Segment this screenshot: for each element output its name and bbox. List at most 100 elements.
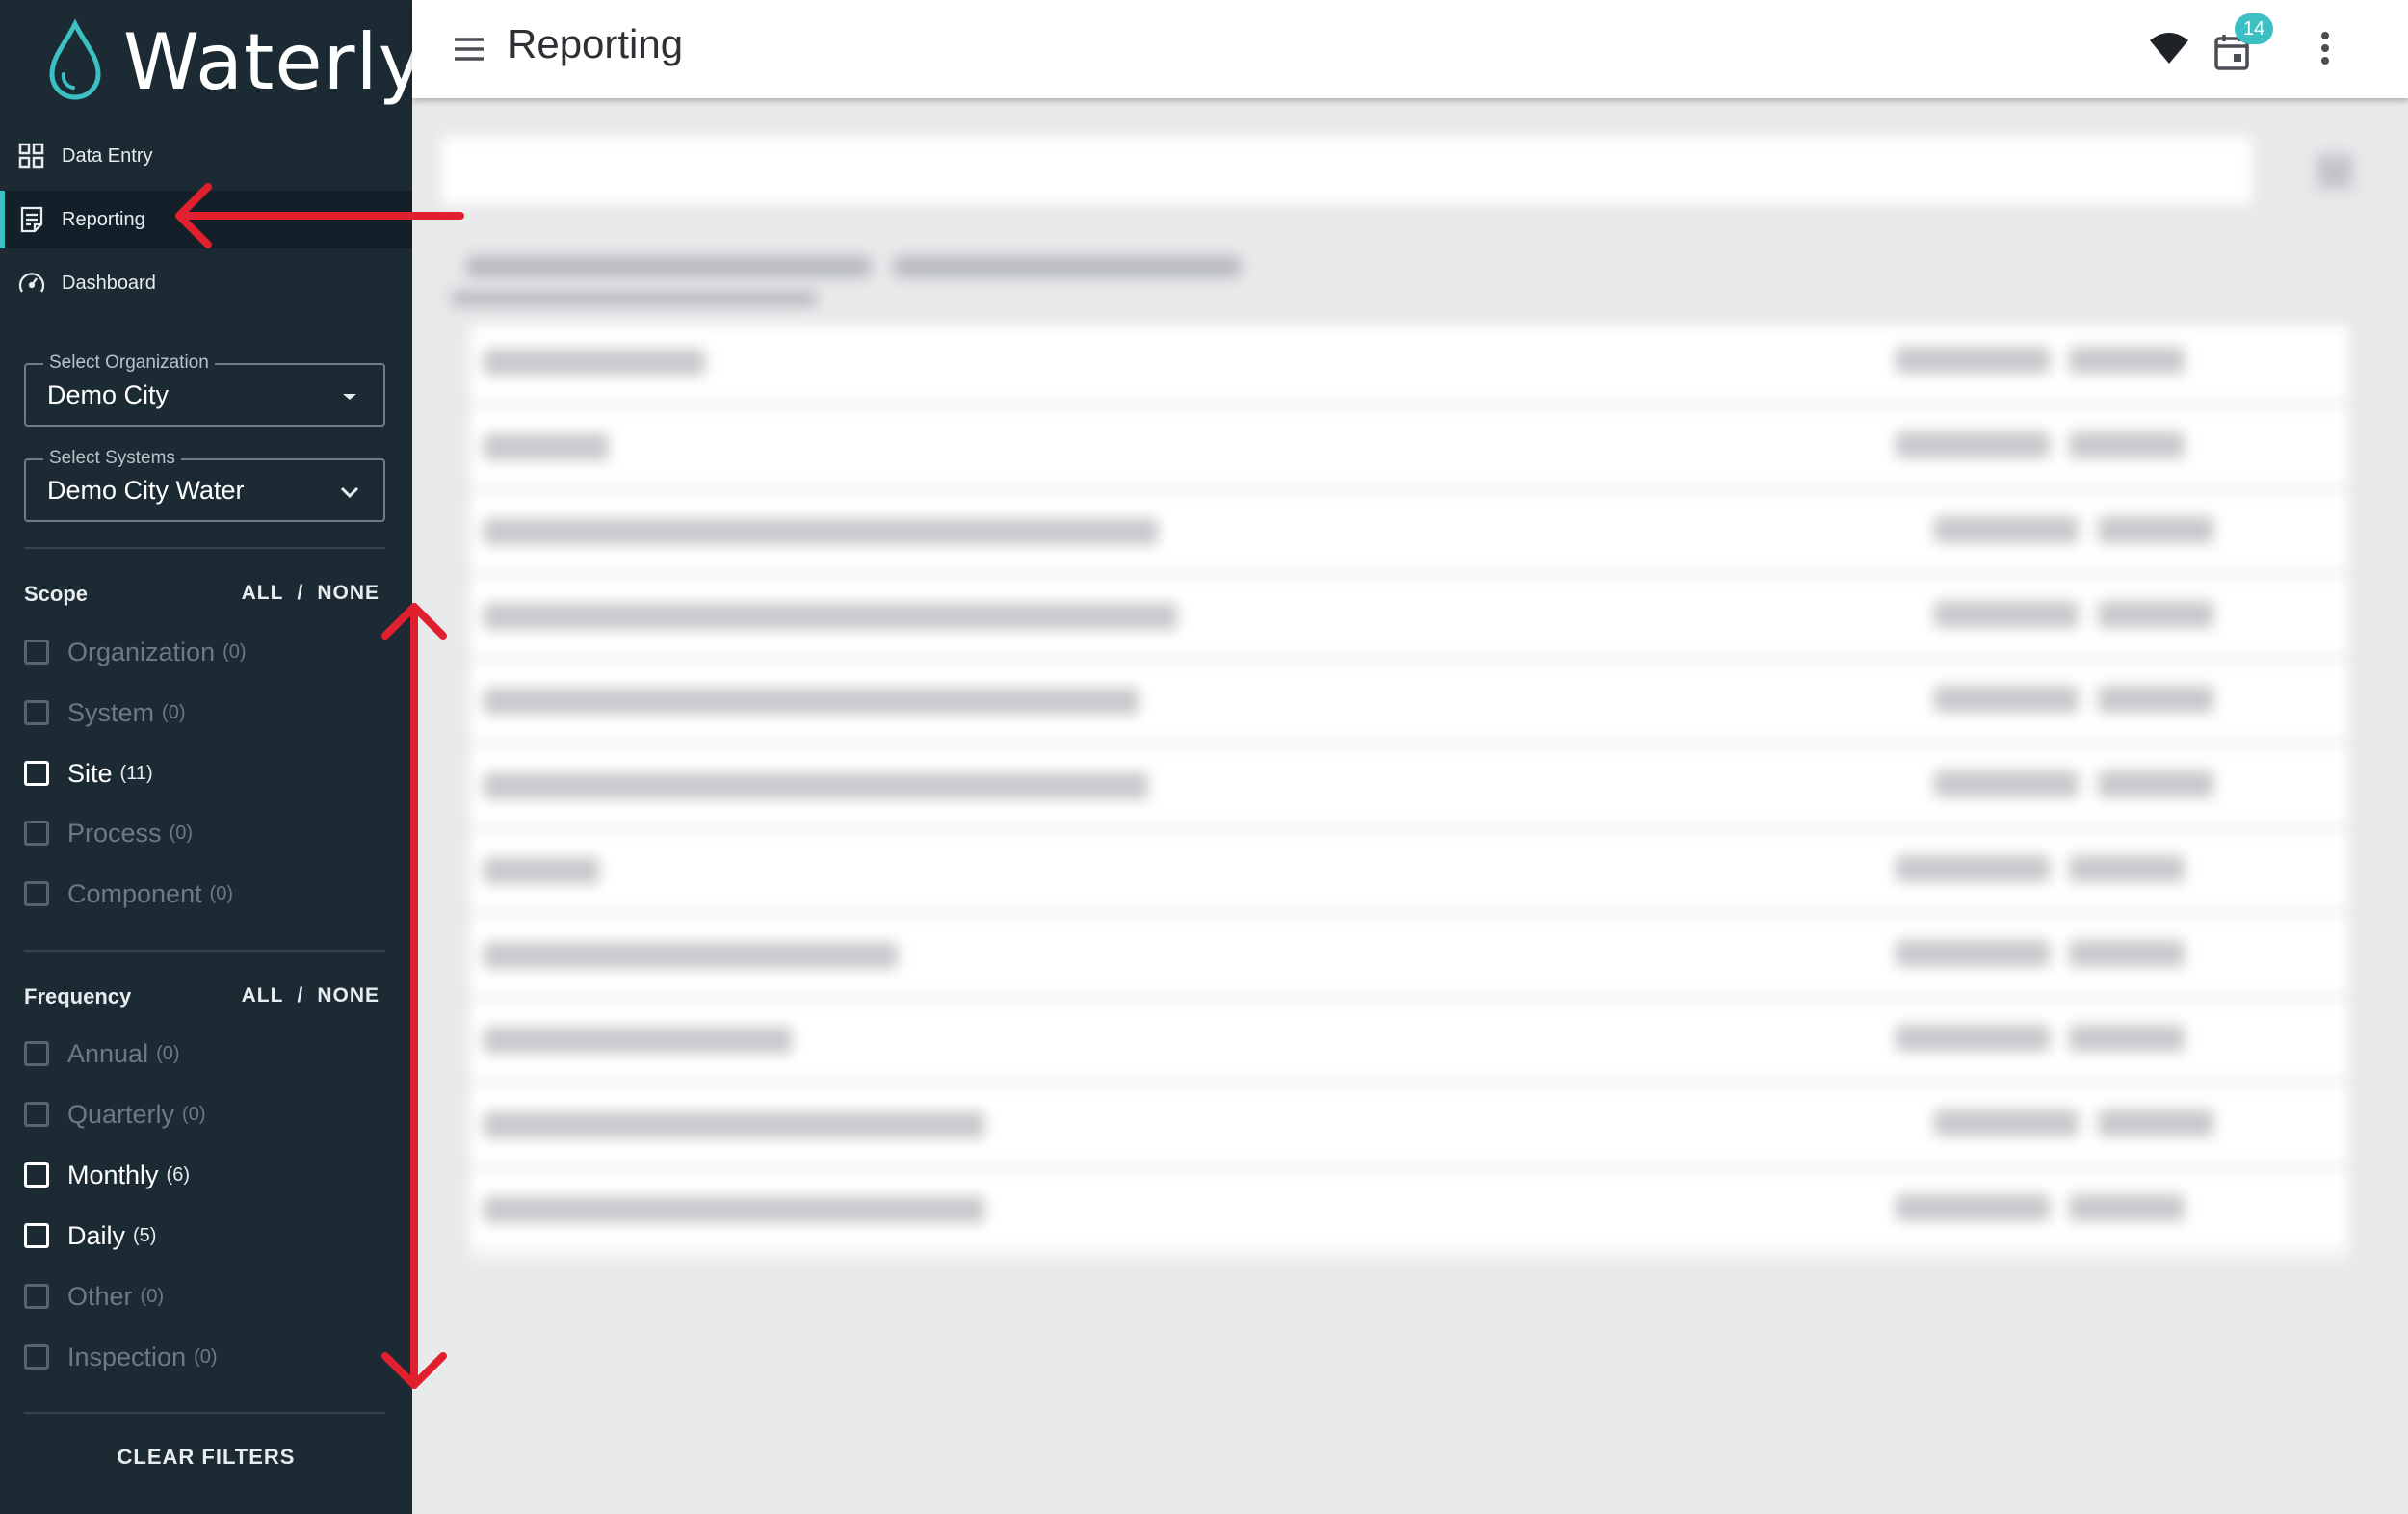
blurred-text [894, 256, 1241, 277]
frequency-checkbox-annual[interactable]: Annual (0) [24, 1034, 180, 1073]
nav-item-dashboard[interactable]: Dashboard [0, 254, 412, 312]
systems-select-value: Demo City Water [47, 476, 245, 505]
blurred-row [470, 749, 2348, 821]
nav-item-reporting[interactable]: Reporting [0, 191, 412, 248]
hamburger-menu-icon[interactable] [451, 31, 487, 67]
blurred-square-button [2317, 154, 2352, 189]
blurred-row [470, 1088, 2348, 1160]
blurred-text [466, 256, 871, 277]
blurred-cell [484, 433, 609, 460]
frequency-checkbox-inspection[interactable]: Inspection (0) [24, 1338, 218, 1376]
main-content [412, 98, 2408, 1514]
frequency-checkbox-quarterly[interactable]: Quarterly (0) [24, 1095, 206, 1134]
nav-label: Data Entry [62, 144, 153, 167]
frequency-title: Frequency [24, 984, 132, 1008]
checkbox[interactable] [24, 1223, 49, 1248]
checkbox-label: Component [67, 878, 202, 908]
blurred-cell [2069, 940, 2185, 967]
blurred-cell [1896, 431, 2050, 458]
checkbox[interactable] [24, 1102, 49, 1127]
checkbox-label: Monthly [67, 1160, 159, 1189]
scope-title: Scope [24, 582, 89, 606]
blurred-cell [1934, 770, 2079, 797]
sidebar: Waterly Data Entry Reporting Dashboard S… [0, 0, 424, 1514]
checkbox[interactable] [24, 700, 49, 725]
blurred-cell [1896, 1025, 2050, 1052]
wifi-icon[interactable] [2148, 29, 2190, 67]
scope-checkbox-system[interactable]: System (0) [24, 693, 185, 732]
checkbox[interactable] [24, 1344, 49, 1370]
checkbox-label: Process [67, 818, 162, 848]
scope-all-link[interactable]: ALL [242, 582, 284, 604]
blurred-cell [484, 857, 599, 884]
report-icon [20, 206, 43, 233]
checkbox[interactable] [24, 640, 49, 665]
checkbox-count: (5) [133, 1224, 157, 1246]
organization-select[interactable]: Select Organization Demo City [24, 352, 385, 427]
blurred-cell [2098, 601, 2213, 628]
blurred-cell [1896, 940, 2050, 967]
scope-checkbox-component[interactable]: Component (0) [24, 874, 233, 913]
organization-select-label: Select Organization [43, 352, 215, 374]
blurred-row [470, 919, 2348, 990]
blurred-table [470, 326, 2348, 1260]
checkbox[interactable] [24, 1284, 49, 1309]
frequency-checkbox-monthly[interactable]: Monthly (6) [24, 1156, 190, 1194]
blurred-cell [2069, 1025, 2185, 1052]
checkbox-count: (11) [119, 762, 153, 784]
blurred-cell [2069, 855, 2185, 882]
blurred-row [470, 495, 2348, 566]
checkbox-label: Other [67, 1281, 133, 1311]
blurred-cell [484, 772, 1148, 799]
blurred-cell [1934, 1109, 2079, 1136]
checkbox-count: (0) [162, 701, 186, 723]
systems-select[interactable]: Select Systems Demo City Water [24, 448, 385, 522]
checkbox-count: (0) [156, 1042, 180, 1064]
scope-checkbox-process[interactable]: Process (0) [24, 814, 193, 852]
blurred-row [470, 1173, 2348, 1244]
checkbox-count: (6) [166, 1163, 190, 1186]
blurred-cell [484, 1027, 792, 1054]
blurred-cell [484, 603, 1177, 630]
checkbox[interactable] [24, 881, 49, 906]
checkbox-count: (0) [182, 1103, 206, 1125]
checkbox[interactable] [24, 761, 49, 786]
frequency-none-link[interactable]: NONE [317, 984, 380, 1006]
blurred-search-bar [441, 137, 2252, 204]
divider [24, 547, 385, 549]
nav-item-data-entry[interactable]: Data Entry [0, 127, 412, 185]
checkbox-count: (0) [222, 640, 247, 663]
separator: / [297, 582, 304, 604]
blurred-row [470, 834, 2348, 905]
systems-select-label: Select Systems [43, 448, 181, 469]
checkbox-label: Quarterly [67, 1099, 175, 1129]
clear-filters-button[interactable]: CLEAR FILTERS [0, 1445, 412, 1470]
blurred-cell [1896, 1194, 2050, 1221]
notification-count-badge: 14 [2235, 13, 2273, 44]
frequency-all-link[interactable]: ALL [242, 984, 284, 1006]
checkbox-label: Site [67, 758, 113, 788]
brand-logo[interactable]: Waterly [44, 13, 425, 110]
checkbox[interactable] [24, 1162, 49, 1188]
divider [24, 950, 385, 952]
calendar-notifications[interactable]: 14 [2213, 13, 2273, 75]
checkbox-label: Organization [67, 637, 216, 666]
checkbox[interactable] [24, 1041, 49, 1066]
checkbox-count: (0) [209, 882, 234, 904]
chevron-down-icon [340, 486, 359, 499]
checkbox[interactable] [24, 821, 49, 846]
more-vertical-icon[interactable] [2319, 31, 2331, 65]
app-name: Waterly [123, 16, 426, 107]
nav-label: Reporting [62, 208, 145, 230]
blurred-cell [2069, 431, 2185, 458]
frequency-checkbox-other[interactable]: Other (0) [24, 1277, 164, 1316]
blurred-report-list [412, 98, 2408, 1514]
checkbox-count: (0) [169, 822, 193, 844]
blurred-cell [1934, 601, 2079, 628]
scope-none-link[interactable]: NONE [317, 582, 380, 604]
checkbox-label: Daily [67, 1220, 126, 1250]
scope-checkbox-site[interactable]: Site (11) [24, 754, 153, 793]
blurred-cell [484, 349, 705, 376]
scope-checkbox-organization[interactable]: Organization (0) [24, 633, 247, 671]
frequency-checkbox-daily[interactable]: Daily (5) [24, 1216, 156, 1255]
